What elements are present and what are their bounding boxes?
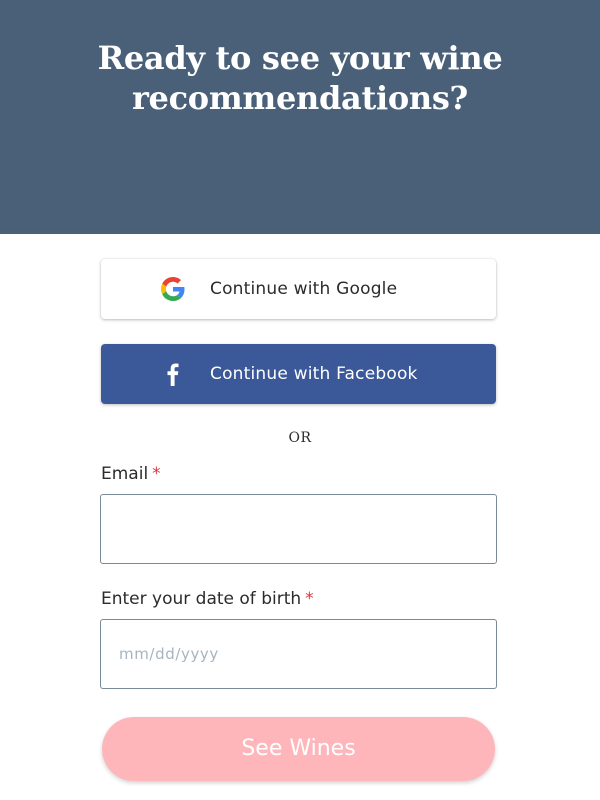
continue-with-google-button[interactable]: Continue with Google: [101, 259, 496, 319]
dob-required-marker: *: [305, 589, 314, 609]
or-separator: OR: [288, 430, 312, 446]
email-field[interactable]: [100, 494, 497, 564]
google-g-logo-icon: [161, 277, 185, 301]
page-title-line-1: Ready to see your wine: [97, 39, 503, 77]
facebook-f-icon: [167, 363, 179, 386]
email-required-marker: *: [152, 464, 161, 484]
dob-label-text: Enter your date of birth: [101, 589, 302, 609]
hero-banner: Ready to see your wine recommendations?: [0, 0, 600, 234]
dob-label: Enter your date of birth *: [101, 589, 314, 609]
facebook-button-label: Continue with Facebook: [210, 364, 418, 384]
email-label: Email *: [101, 464, 161, 484]
page-title-line-2: recommendations?: [131, 79, 468, 117]
google-button-label: Continue with Google: [210, 279, 398, 299]
email-label-text: Email: [101, 464, 149, 484]
page-title: Ready to see your wine recommendations?: [40, 38, 560, 118]
continue-with-facebook-button[interactable]: Continue with Facebook: [101, 344, 496, 404]
date-of-birth-field[interactable]: [100, 619, 497, 689]
see-wines-button[interactable]: See Wines: [102, 717, 495, 781]
